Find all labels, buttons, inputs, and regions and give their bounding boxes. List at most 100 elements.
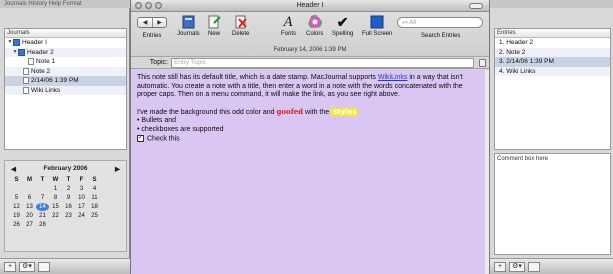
calendar-day[interactable]: 6	[23, 194, 36, 202]
zoom-button[interactable]	[155, 2, 162, 9]
journals-icon	[181, 15, 195, 29]
journal-tree-label: Note 1	[36, 58, 56, 65]
calendar-prev-button[interactable]: ◀	[11, 165, 16, 173]
calendar-day[interactable]: 12	[10, 203, 23, 211]
entry-list-item[interactable]: 3. 2/14/06 1:39 PM	[495, 57, 610, 67]
entries-toolbar-item[interactable]: ◀ ▶ Entries	[137, 15, 167, 39]
wikilinks-link[interactable]: WikiLinks	[378, 74, 408, 81]
add-entry-button[interactable]: +	[494, 261, 506, 272]
calendar-day[interactable]: 14	[36, 203, 49, 211]
entry-list-item[interactable]: 2. Note 2	[495, 47, 610, 57]
toolbar-toggle-button[interactable]	[469, 3, 483, 9]
lock-icon[interactable]	[479, 59, 486, 67]
journal-tree-label: Header 2	[27, 48, 54, 56]
calendar-day[interactable]: 20	[23, 212, 36, 220]
editor-scrollbar[interactable]	[485, 70, 489, 274]
fullscreen-icon	[370, 15, 384, 29]
styles-word: styles	[331, 107, 359, 116]
calendar-day[interactable]: 7	[36, 194, 49, 202]
checkbox-item: ✓ Check this	[137, 134, 180, 142]
journal-tree-item[interactable]: 2/14/06 1:39 PM	[5, 76, 126, 86]
entry-text-editor[interactable]: This note still has its default title, w…	[131, 70, 488, 274]
calendar-day[interactable]: 26	[10, 221, 23, 229]
add-journal-button[interactable]: +	[4, 261, 16, 272]
calendar-day[interactable]: 3	[75, 185, 88, 193]
calendar-empty-cell	[36, 185, 49, 193]
journal-tree-item[interactable]: ▼ Header I	[5, 38, 126, 48]
calendar-day[interactable]: 22	[49, 212, 62, 220]
journal-tree-label: Wiki Links	[31, 86, 61, 94]
calendar-day[interactable]: 16	[62, 203, 75, 211]
calendar-empty-cell	[23, 185, 36, 193]
topic-row: Topic: Entry Topic	[131, 57, 489, 69]
back-button[interactable]: ◀	[138, 18, 152, 27]
journal-tree-label: 2/14/06 1:39 PM	[31, 77, 79, 84]
entry-list-item[interactable]: 1. Header 2	[495, 38, 610, 48]
journals-button[interactable]: Journals	[177, 15, 200, 37]
calendar-next-button[interactable]: ▶	[115, 165, 120, 173]
calendar-day[interactable]: 18	[88, 203, 101, 211]
entries-view-button[interactable]	[528, 261, 540, 272]
calendar-day[interactable]: 11	[88, 194, 101, 202]
calendar-day[interactable]: 10	[75, 194, 88, 202]
fullscreen-button[interactable]: Full Screen	[362, 15, 392, 37]
calendar-empty-cell	[10, 185, 23, 193]
action-menu-button[interactable]: ⚙▾	[19, 261, 35, 272]
new-button[interactable]: New	[207, 15, 221, 37]
view-toggle-button[interactable]	[38, 261, 50, 272]
calendar-day[interactable]: 2	[62, 185, 75, 193]
calendar-day[interactable]: 9	[62, 194, 75, 202]
goofed-word: goofed	[276, 106, 304, 116]
topic-input[interactable]: Entry Topic	[171, 57, 474, 68]
journal-tree-item[interactable]: Note 1	[5, 57, 126, 67]
calendar-day[interactable]: 5	[10, 194, 23, 202]
entries-list-header: Entries	[495, 29, 610, 38]
entries-action-button[interactable]: ⚙▾	[509, 261, 525, 272]
journal-icon	[13, 39, 20, 47]
calendar-day[interactable]: 19	[10, 212, 23, 220]
entries-list[interactable]: Entries 1. Header 2 2. Note 2 3. 2/14/06 1…	[494, 28, 611, 150]
note-icon	[23, 77, 29, 85]
calendar-day[interactable]: 4	[88, 185, 101, 193]
calendar-day[interactable]: 25	[88, 212, 101, 220]
calendar-day[interactable]: 27	[23, 221, 36, 229]
calendar-day[interactable]: 1	[49, 185, 62, 193]
entries-bottom-bar: + ⚙▾	[490, 258, 613, 274]
entries-window: Entries 1. Header 2 2. Note 2 3. 2/14/06 1…	[490, 8, 613, 274]
fonts-button[interactable]: A Fonts	[281, 14, 296, 38]
calendar-day[interactable]: 24	[75, 212, 88, 220]
delete-button[interactable]: Delete	[232, 15, 249, 37]
entry-list-item[interactable]: 4. Wiki Links	[495, 66, 610, 76]
journal-tree-item[interactable]: Wiki Links	[5, 85, 126, 95]
note-icon	[23, 67, 29, 75]
calendar-day[interactable]: 13	[23, 203, 36, 211]
comment-box[interactable]: Comment box here	[494, 153, 611, 255]
journal-tree-item[interactable]: Note 2	[5, 66, 126, 76]
calendar-day-header: T	[66, 177, 71, 183]
entry-datestamp: February 14, 2006 1:39 PM	[273, 47, 347, 53]
forward-button[interactable]: ▶	[152, 18, 166, 27]
calendar-day[interactable]: 28	[36, 221, 49, 229]
calendar-day[interactable]: 8	[49, 194, 62, 202]
search-input[interactable]: ⌕▾ All	[397, 17, 483, 28]
calendar-day[interactable]: 15	[49, 203, 62, 211]
colors-button[interactable]: Colors	[306, 15, 323, 37]
calendar-empty-cell	[88, 221, 101, 229]
calendar-day[interactable]: 23	[62, 212, 75, 220]
journals-outline[interactable]: Journals ▼ Header I ▼ Header 2 Note 1 Note 2 2…	[4, 28, 127, 150]
close-button[interactable]	[135, 2, 142, 9]
calendar-empty-cell	[62, 221, 75, 229]
spelling-button[interactable]: ✔ Spelling	[332, 14, 353, 38]
calendar-day[interactable]: 17	[75, 203, 88, 211]
journals-bottom-bar: + ⚙▾	[0, 258, 130, 274]
calendar-day[interactable]: 21	[36, 212, 49, 220]
journal-icon	[18, 48, 25, 56]
topic-label: Topic:	[149, 59, 168, 66]
note-icon	[28, 58, 34, 66]
fonts-icon: A	[283, 14, 294, 30]
checkbox[interactable]: ✓	[137, 134, 144, 142]
minimize-button[interactable]	[145, 2, 152, 9]
calendar-day-header: S	[14, 177, 19, 183]
calendar-day-header: F	[79, 177, 84, 183]
journal-tree-item[interactable]: ▼ Header 2	[5, 47, 126, 57]
